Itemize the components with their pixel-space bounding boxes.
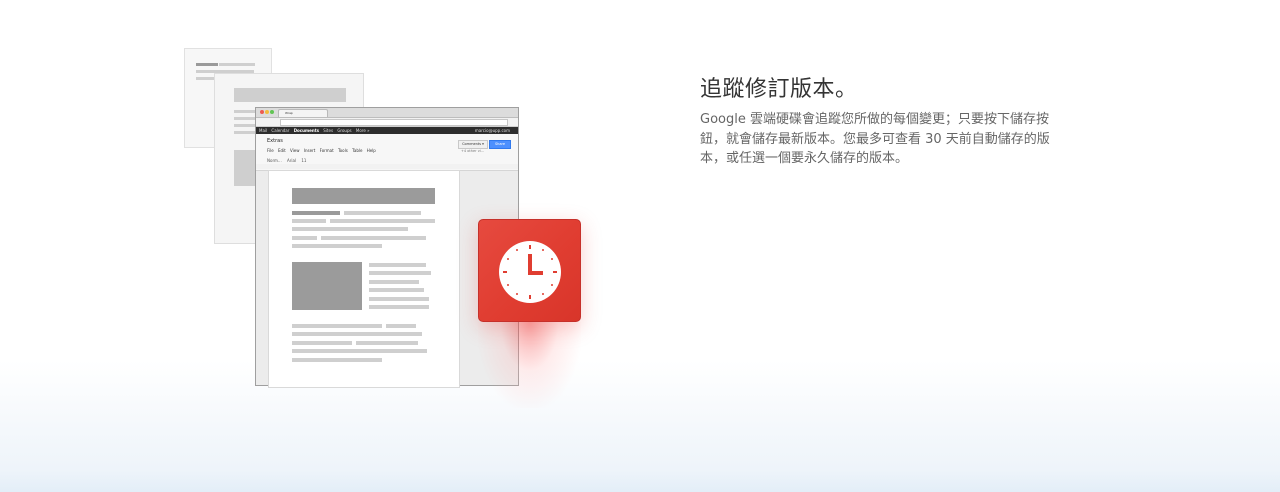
menu-edit: Edit — [277, 148, 286, 153]
zoom-dot-icon — [270, 110, 274, 114]
comments-button: Comments ▾ — [458, 140, 488, 149]
browser-tab: Wrap — [278, 109, 328, 117]
url-field — [280, 119, 508, 126]
doc-title: Extras — [267, 138, 283, 144]
clock-glow — [478, 322, 581, 408]
menu-help: Help — [366, 148, 376, 153]
gbar-link-more: More » — [355, 128, 370, 133]
size-select: 11 — [301, 158, 307, 163]
google-bar: Mail Calendar Documents Sites Groups Mor… — [256, 127, 518, 134]
gbar-link-documents: Documents — [293, 128, 319, 133]
browser-titlebar: Wrap — [256, 108, 518, 118]
ruler — [256, 164, 518, 169]
gbar-account: marcio@upp.com — [474, 128, 510, 133]
menu-table: Table — [352, 148, 363, 153]
font-select: Arial — [287, 158, 297, 163]
other-viewers: +4 other vi... — [461, 149, 485, 153]
share-button: Share — [489, 140, 511, 149]
browser-urlbar — [256, 118, 518, 127]
feature-title: 追蹤修訂版本。 — [700, 77, 858, 102]
minimize-dot-icon — [265, 110, 269, 114]
gbar-link-sites: Sites — [323, 128, 334, 133]
gbar-link-mail: Mail — [259, 128, 268, 133]
style-select: Norm... — [267, 158, 282, 163]
doc-toolbar: Norm... Arial 11 — [267, 158, 310, 163]
menu-format: Format — [319, 148, 334, 153]
doc-menubar: File Edit View Insert Format Tools Table… — [267, 148, 379, 153]
menu-tools: Tools — [337, 148, 348, 153]
clock-icon — [478, 219, 581, 322]
feature-description: Google 雲端硬碟會追蹤您所做的每個變更；只要按下儲存按鈕，就會儲存最新版本… — [700, 112, 1050, 166]
menu-view: View — [290, 148, 300, 153]
close-dot-icon — [260, 110, 264, 114]
document-page — [268, 170, 460, 388]
menu-file: File — [267, 148, 274, 153]
menu-insert: Insert — [303, 148, 316, 153]
gbar-link-calendar: Calendar — [271, 128, 290, 133]
gbar-link-groups: Groups — [337, 128, 352, 133]
